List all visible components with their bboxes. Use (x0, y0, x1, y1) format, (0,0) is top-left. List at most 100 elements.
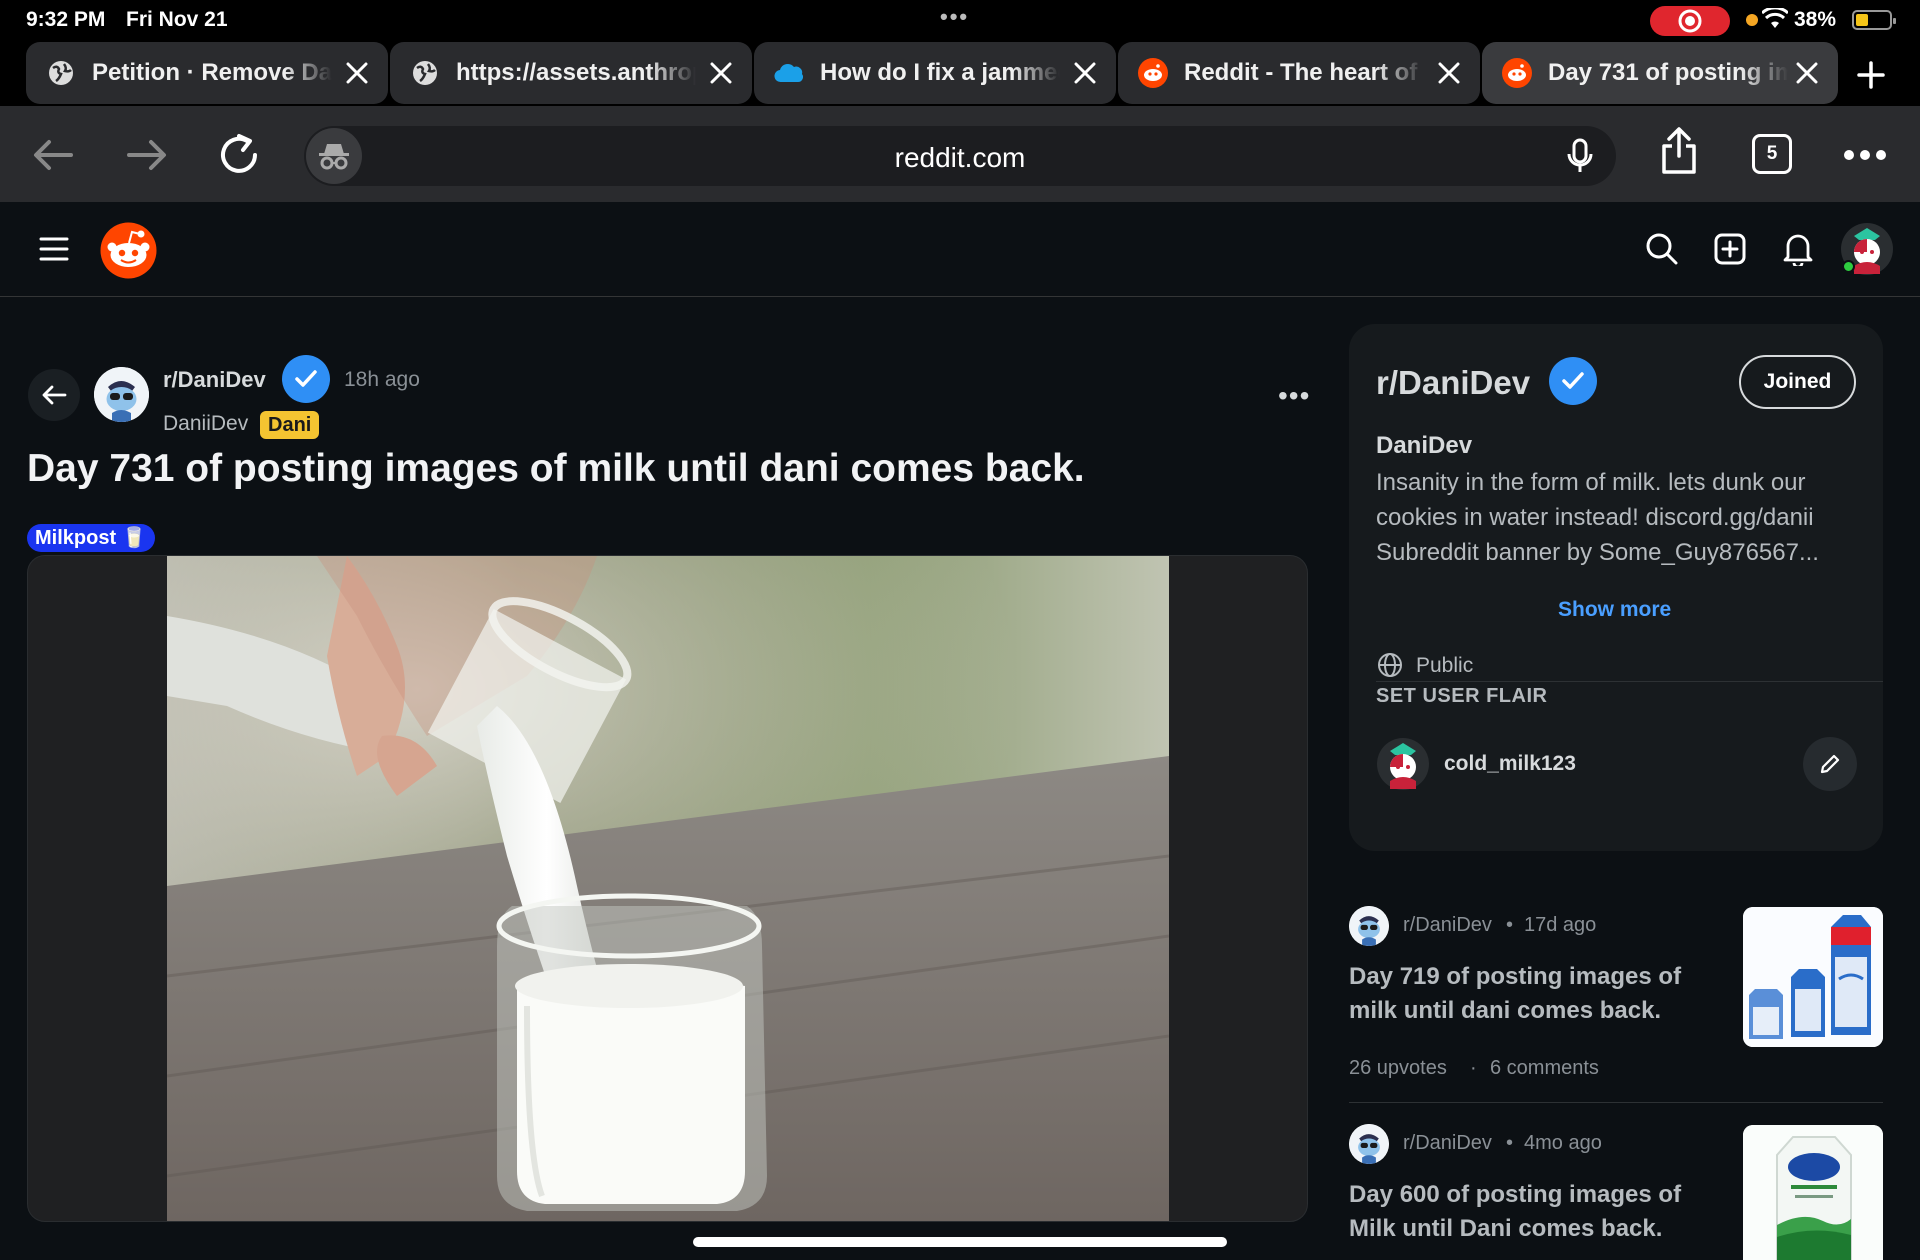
globe-icon (410, 58, 440, 88)
related-post-thumbnail[interactable] (1743, 1125, 1883, 1260)
post-author-link[interactable]: DaniiDev (163, 412, 248, 436)
post-media[interactable] (27, 555, 1308, 1222)
arrow-left-icon (34, 140, 73, 170)
status-date: Fri Nov 21 (126, 8, 228, 31)
tab-bar: Petition · Remove Dani https://assets.an… (0, 40, 1920, 106)
subreddit-avatar[interactable] (94, 367, 149, 422)
tab-title: Reddit - The heart of (1184, 59, 1418, 86)
back-button[interactable] (28, 130, 78, 180)
microphone-icon[interactable] (1566, 138, 1594, 179)
set-user-flair-heading: SET USER FLAIR (1376, 685, 1548, 707)
flair-username: cold_milk123 (1444, 752, 1576, 775)
divider (1376, 681, 1883, 682)
browser-toolbar: reddit.com 5 (0, 106, 1920, 202)
arrow-left-icon (42, 385, 67, 405)
edit-flair-button[interactable] (1803, 737, 1857, 791)
plus-icon (1857, 61, 1885, 89)
notifications-button[interactable] (1773, 224, 1823, 274)
globe-icon (46, 58, 76, 88)
related-post-subreddit[interactable]: r/DaniDev (1403, 1132, 1492, 1155)
close-tab-icon[interactable] (1068, 56, 1102, 90)
ellipsis-icon (1844, 150, 1886, 160)
reddit-logo[interactable] (100, 222, 157, 279)
close-tab-icon[interactable] (704, 56, 738, 90)
pencil-icon (1820, 754, 1840, 774)
status-time: 9:32 PM (26, 8, 106, 31)
related-post-upvotes: 26 upvotes (1349, 1057, 1447, 1079)
sidebar-subreddit-name[interactable]: r/DaniDev (1376, 364, 1530, 402)
post-image[interactable] (167, 556, 1169, 1221)
add-square-icon (1714, 233, 1746, 265)
post-flair-badge[interactable]: Milkpost 🥛 (27, 524, 155, 552)
user-flair-avatar (1376, 737, 1430, 791)
related-post-title[interactable]: Day 719 of posting images of milk until … (1349, 960, 1719, 1028)
forward-button[interactable] (122, 130, 172, 180)
globe-icon (1378, 653, 1402, 677)
tab-count-button[interactable]: 5 (1752, 134, 1792, 174)
separator-dot: • (1506, 1132, 1514, 1154)
multitasking-dots-icon[interactable]: ••• (940, 4, 969, 30)
browser-tab-2[interactable]: https://assets.anthropic (390, 42, 752, 104)
related-post-subreddit-avatar[interactable] (1349, 906, 1389, 946)
home-indicator[interactable] (693, 1237, 1227, 1247)
close-tab-icon[interactable] (1432, 56, 1466, 90)
separator-dot: · (1470, 1057, 1477, 1079)
reload-button[interactable] (214, 130, 264, 180)
search-icon (1646, 233, 1678, 265)
create-post-button[interactable] (1705, 224, 1755, 274)
verified-badge-icon (282, 355, 330, 403)
verified-badge-icon (1549, 357, 1597, 405)
post-options-button[interactable]: ••• (1278, 380, 1310, 412)
post-subreddit-link[interactable]: r/DaniDev (163, 367, 266, 393)
reddit-header (0, 202, 1920, 297)
reddit-icon (1138, 58, 1168, 88)
address-bar[interactable]: reddit.com (304, 126, 1616, 186)
post-timestamp: 18h ago (344, 368, 420, 391)
divider (1349, 1102, 1883, 1103)
arrow-right-icon (127, 140, 166, 170)
reload-icon (221, 134, 257, 173)
search-button[interactable] (1637, 224, 1687, 274)
visibility-label: Public (1416, 654, 1474, 677)
show-more-link[interactable]: Show more (1558, 598, 1671, 622)
wifi-icon (1762, 8, 1788, 28)
battery-level (1856, 14, 1869, 26)
related-post-comments: 6 comments (1490, 1057, 1599, 1079)
joined-button[interactable]: Joined (1739, 355, 1856, 409)
online-status-dot (1842, 260, 1855, 273)
user-flair-badge: Dani (260, 411, 320, 439)
new-tab-button[interactable] (1848, 52, 1894, 98)
user-avatar-button[interactable] (1840, 222, 1894, 276)
sidebar-description: Insanity in the form of milk. lets dunk … (1376, 469, 1819, 566)
cloud-icon (774, 58, 804, 88)
url-text[interactable]: reddit.com (304, 142, 1616, 174)
more-options-button[interactable] (1840, 130, 1890, 180)
browser-tab-5-active[interactable]: Day 731 of posting images (1482, 42, 1838, 104)
mic-in-use-indicator (1746, 14, 1758, 26)
tab-title: Day 731 of posting images (1548, 59, 1788, 86)
tab-title: https://assets.anthropic (456, 59, 696, 86)
back-to-feed-button[interactable] (28, 369, 80, 421)
battery-percentage: 38% (1794, 8, 1837, 31)
related-post-title[interactable]: Day 600 of posting images of Milk until … (1349, 1178, 1719, 1246)
screen-recording-icon[interactable] (1650, 6, 1730, 36)
share-button[interactable] (1654, 126, 1704, 176)
reddit-icon (1502, 58, 1532, 88)
close-tab-icon[interactable] (340, 56, 374, 90)
related-post-thumbnail[interactable] (1743, 907, 1883, 1047)
status-bar: 9:32 PM Fri Nov 21 ••• 38% (0, 0, 1920, 40)
post-title: Day 731 of posting images of milk until … (27, 447, 1085, 490)
browser-tab-1[interactable]: Petition · Remove Dani (26, 42, 388, 104)
tab-title: How do I fix a jammed (820, 59, 1060, 86)
menu-button[interactable] (29, 224, 79, 274)
hamburger-icon (39, 237, 69, 261)
related-post-subreddit[interactable]: r/DaniDev (1403, 914, 1492, 937)
tab-title: Petition · Remove Dani (92, 59, 332, 86)
related-post-subreddit-avatar[interactable] (1349, 1124, 1389, 1164)
browser-tab-4[interactable]: Reddit - The heart of (1118, 42, 1480, 104)
related-post-time: 4mo ago (1524, 1132, 1602, 1154)
battery-icon (1852, 10, 1896, 30)
close-tab-icon[interactable] (1790, 56, 1824, 90)
browser-tab-3[interactable]: How do I fix a jammed (754, 42, 1116, 104)
bell-icon (1783, 234, 1813, 266)
